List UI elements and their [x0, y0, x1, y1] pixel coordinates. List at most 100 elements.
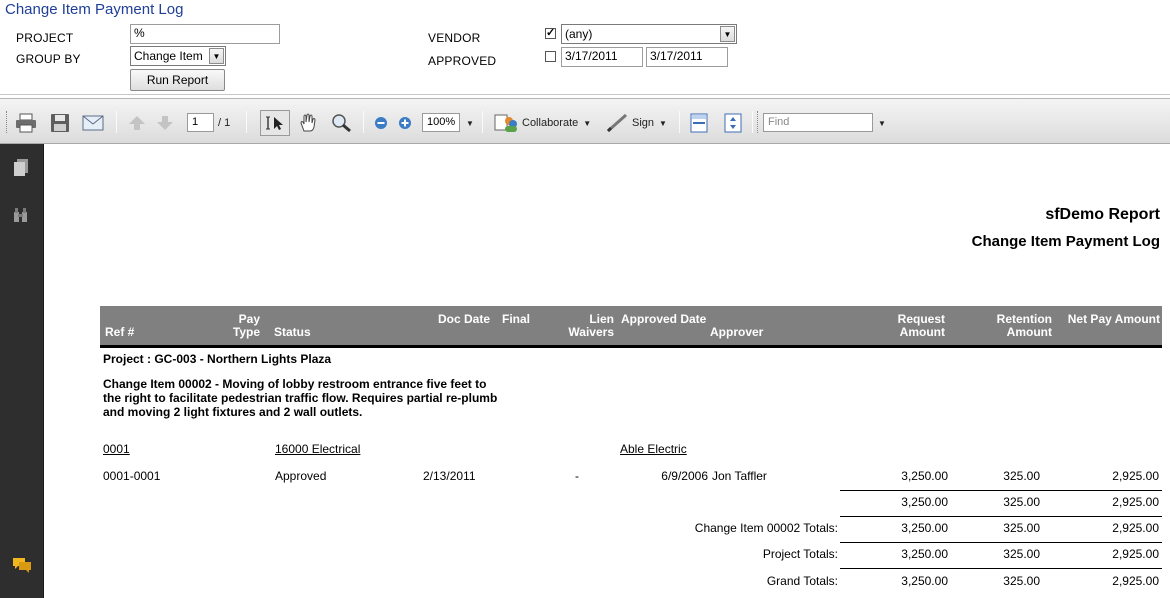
group-by-select[interactable]: Change Item ▼ [130, 46, 226, 66]
save-icon[interactable] [50, 113, 70, 133]
zoom-out-icon[interactable] [374, 113, 388, 133]
report-table-header: Ref # Pay Type Status Doc Date Final Lie… [100, 306, 1162, 348]
col-pay-type: Pay Type [232, 312, 260, 339]
approved-to-input[interactable]: 3/17/2011 [646, 47, 728, 67]
zoom-input[interactable]: 100% [422, 113, 460, 132]
group-vendor: Able Electric [620, 442, 687, 456]
project-totals-retention: 325.00 [1003, 547, 1040, 561]
project-heading: Project : GC-003 - Northern Lights Plaza [103, 352, 332, 366]
subtotal-retention-amount: 325.00 [1003, 495, 1040, 509]
toolbar-separator [679, 111, 680, 133]
zoom-in-icon[interactable] [398, 113, 412, 133]
change-item-totals-rule [840, 516, 1162, 517]
find-input[interactable]: Find [763, 113, 873, 132]
toolbar-grip [757, 111, 760, 133]
project-totals-rule [840, 542, 1162, 543]
subtotal-request-amount: 3,250.00 [901, 495, 948, 509]
next-page-icon[interactable] [156, 113, 174, 133]
subtotal-net-pay-amount: 2,925.00 [1112, 495, 1159, 509]
report-document: sfDemo Report Change Item Payment Log Re… [44, 144, 1170, 598]
page-number-input[interactable]: 1 [187, 113, 214, 132]
page-total: / 1 [218, 117, 231, 129]
grand-totals-net: 2,925.00 [1112, 574, 1159, 588]
collaborate-icon [494, 114, 517, 132]
report-filter-panel: Project % Group By Change Item ▼ Run Rep… [0, 19, 1170, 95]
collaborate-button[interactable]: Collaborate ▼ [494, 113, 591, 133]
zoom-dropdown-icon[interactable]: ▼ [466, 113, 474, 133]
change-item-totals-label: Change Item 00002 Totals: [694, 521, 838, 535]
col-approver: Approver [710, 325, 764, 339]
print-icon[interactable] [15, 113, 37, 133]
approved-checkbox[interactable] [545, 51, 556, 62]
approved-from-input[interactable]: 3/17/2011 [561, 47, 643, 67]
marquee-zoom-icon[interactable] [330, 113, 352, 133]
grand-totals-rule [840, 568, 1162, 569]
select-tool-icon[interactable] [260, 110, 290, 136]
chevron-down-icon: ▼ [583, 118, 592, 128]
row-ref: 0001-0001 [103, 469, 161, 483]
row-approver: Jon Taffler [712, 469, 767, 483]
group-cost-code: 16000 Electrical [275, 442, 361, 456]
change-item-totals-retention: 325.00 [1003, 521, 1040, 535]
toolbar-separator [246, 111, 247, 133]
project-label: Project [16, 31, 74, 45]
fit-page-icon[interactable] [724, 113, 742, 133]
collaborate-label: Collaborate [522, 117, 579, 129]
project-totals-request: 3,250.00 [901, 547, 948, 561]
email-icon[interactable] [82, 113, 104, 133]
row-doc-date: 2/13/2011 [423, 469, 476, 483]
row-approved-date: 6/9/2006 [661, 469, 708, 483]
run-report-button[interactable]: Run Report [130, 69, 225, 91]
row-request-amount: 3,250.00 [901, 469, 948, 483]
col-approved-date: Approved Date [621, 312, 707, 326]
pages-icon[interactable] [12, 158, 30, 178]
grand-totals-request: 3,250.00 [901, 574, 948, 588]
vendor-select[interactable]: (any) ▼ [561, 24, 737, 44]
approved-label: Approved [428, 54, 497, 68]
change-item-heading: Change Item 00002 - Moving of lobby rest… [103, 377, 498, 419]
subtotal-rule [840, 490, 1162, 491]
col-retention-amount: Retention Amount [996, 312, 1052, 339]
comments-icon[interactable] [12, 556, 31, 576]
sign-icon [606, 113, 627, 133]
pdf-toolbar: 1 / 1 100% ▼ Collaborate ▼ Sign ▼ Find ▼ [0, 98, 1170, 144]
sign-button[interactable]: Sign ▼ [605, 113, 667, 133]
row-status: Approved [275, 469, 327, 483]
chevron-down-icon: ▼ [659, 118, 667, 128]
prev-page-icon[interactable] [128, 113, 146, 133]
page-title: Change Item Payment Log [5, 1, 184, 18]
project-input[interactable]: % [130, 24, 280, 44]
group-code: 0001 [103, 442, 130, 456]
change-item-totals-request: 3,250.00 [901, 521, 948, 535]
vendor-label: Vendor [428, 31, 481, 45]
vendor-checkbox[interactable]: ✓ [545, 28, 556, 39]
col-ref: Ref # [105, 325, 135, 339]
col-net-pay-amount: Net Pay Amount [1067, 312, 1160, 326]
toolbar-separator [752, 111, 753, 133]
toolbar-grip [6, 111, 9, 133]
project-totals-label: Project Totals: [762, 547, 838, 561]
toolbar-separator [482, 111, 483, 133]
group-by-label: Group By [16, 52, 81, 66]
navigation-sidebar [0, 144, 44, 598]
change-item-totals-net: 2,925.00 [1112, 521, 1159, 535]
col-lien-waivers: Lien Waivers [568, 312, 614, 339]
find-dropdown-icon[interactable]: ▼ [878, 113, 886, 133]
hand-tool-icon[interactable] [298, 113, 318, 133]
group-by-value: Change Item [134, 49, 203, 63]
fit-width-icon[interactable] [690, 113, 708, 133]
row-lien-waivers: - [575, 469, 579, 483]
project-totals-net: 2,925.00 [1112, 547, 1159, 561]
report-title: Change Item Payment Log [971, 233, 1160, 250]
toolbar-separator [116, 111, 117, 133]
chevron-down-icon: ▼ [209, 48, 224, 64]
row-net-pay-amount: 2,925.00 [1112, 469, 1159, 483]
vendor-value: (any) [565, 27, 593, 41]
col-request-amount: Request Amount [897, 312, 945, 339]
attachments-icon[interactable] [12, 206, 30, 226]
col-status: Status [274, 325, 311, 339]
grand-totals-label: Grand Totals: [766, 574, 838, 588]
row-retention-amount: 325.00 [1003, 469, 1040, 483]
col-doc-date: Doc Date [438, 312, 491, 326]
report-company: sfDemo Report [1045, 206, 1160, 223]
